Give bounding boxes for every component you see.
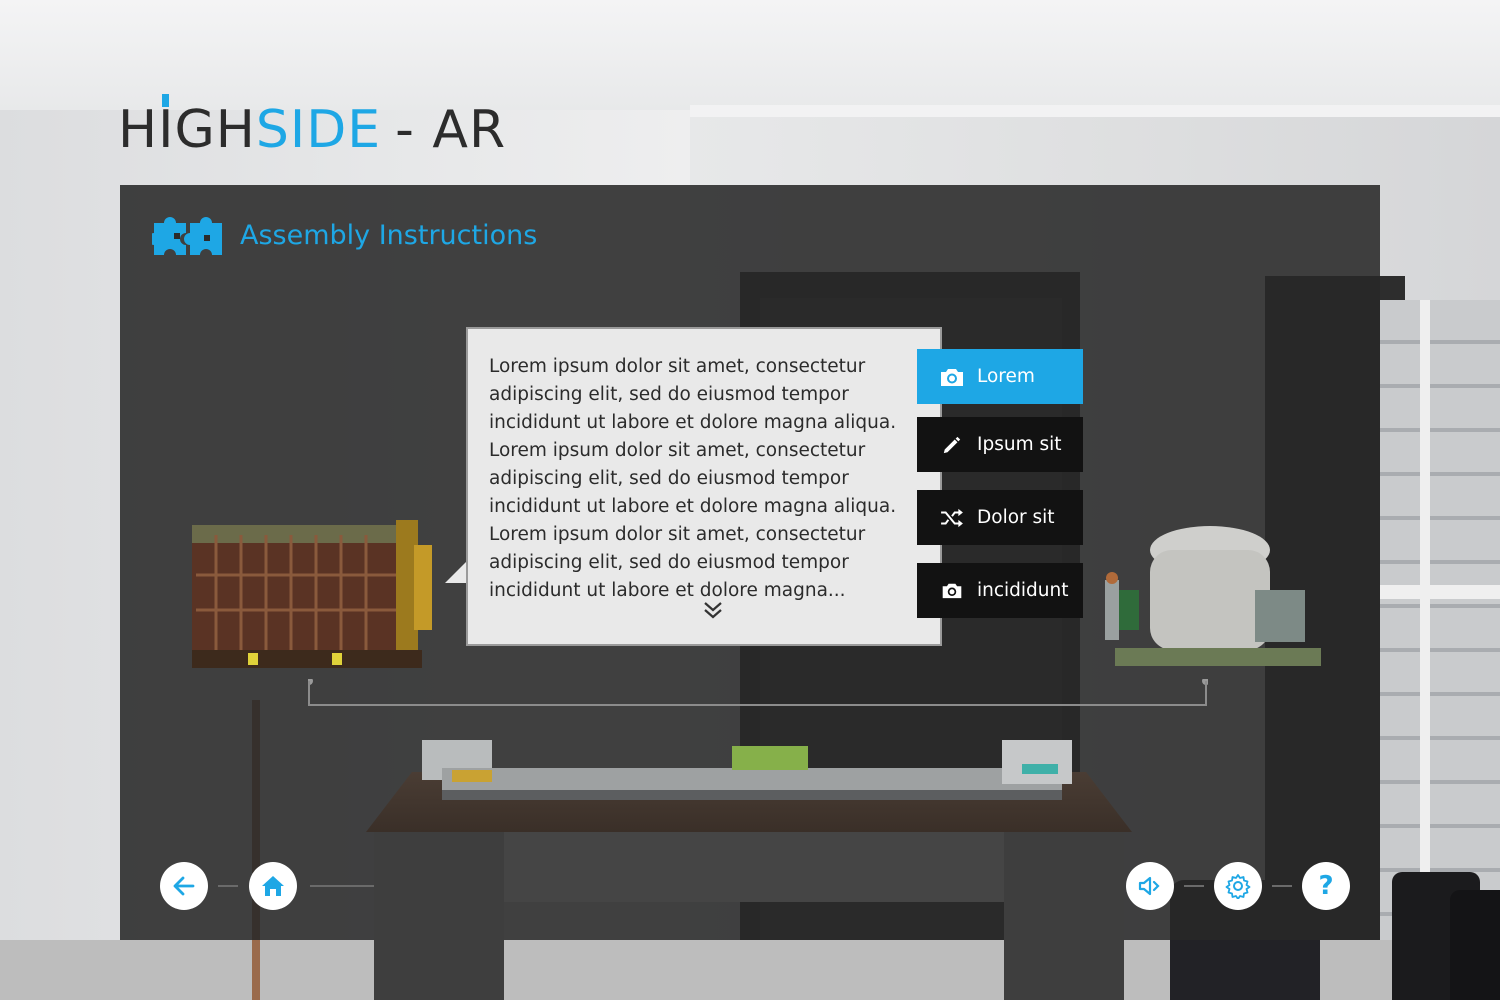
window-bar [1380, 585, 1500, 599]
settings-button[interactable] [1214, 862, 1262, 910]
home-button[interactable] [249, 862, 297, 910]
help-button[interactable]: ? [1302, 862, 1350, 910]
action-menu: Lorem Ipsum sit Dolor sit incididunt [917, 349, 1083, 636]
base-rail-part-model[interactable] [422, 740, 1078, 802]
logo-text-ar: - AR [395, 100, 507, 160]
menu-item-label: Dolor sit [977, 507, 1055, 528]
shuffle-icon [939, 507, 965, 529]
camera-icon [939, 580, 965, 602]
nav-divider [1184, 885, 1204, 887]
menu-item-label: Lorem [977, 366, 1035, 387]
menu-item-label: incididunt [977, 580, 1069, 601]
compressor-part-model[interactable] [1105, 520, 1327, 668]
window [1380, 300, 1500, 940]
camera-icon [939, 366, 965, 388]
double-chevron-down-icon[interactable] [700, 597, 726, 623]
back-button[interactable] [160, 862, 208, 910]
table-leg [374, 832, 504, 1000]
arrow-left-icon [173, 876, 195, 896]
logo-text-side: SIDE [255, 100, 382, 160]
logo-accent-mark [162, 94, 169, 107]
speaker-icon [1138, 876, 1160, 896]
instruction-text: Lorem ipsum dolor sit amet, consectetur … [489, 356, 897, 601]
menu-item-lorem[interactable]: Lorem [917, 349, 1083, 404]
pencil-icon [939, 434, 965, 456]
chair [1450, 890, 1500, 1000]
panel-title: Assembly Instructions [240, 219, 538, 251]
motor-part-model[interactable] [186, 505, 436, 668]
ceiling-edge [690, 105, 1500, 117]
gear-icon [1225, 874, 1251, 899]
logo-text-high: HIGH [118, 100, 256, 160]
table-leg [1004, 832, 1124, 1000]
window-mullion [1420, 300, 1430, 940]
nav-divider [1272, 885, 1292, 887]
menu-item-dolor-sit[interactable]: Dolor sit [917, 490, 1083, 545]
home-icon [262, 876, 284, 896]
menu-item-incididunt[interactable]: incididunt [917, 563, 1083, 618]
nav-divider [218, 885, 238, 887]
sound-button[interactable] [1126, 862, 1174, 910]
app-logo: HIGH SIDE - AR [118, 94, 507, 160]
instruction-popup: Lorem ipsum dolor sit amet, consectetur … [466, 327, 942, 646]
ceiling [0, 0, 1500, 110]
panel-header: Assembly Instructions [152, 210, 537, 260]
menu-item-ipsum-sit[interactable]: Ipsum sit [917, 417, 1083, 472]
puzzle-icon [152, 217, 222, 255]
parts-connector-line [308, 679, 1208, 706]
popup-pointer [445, 561, 467, 583]
help-question-label: ? [1318, 871, 1334, 901]
menu-item-label: Ipsum sit [977, 434, 1062, 455]
